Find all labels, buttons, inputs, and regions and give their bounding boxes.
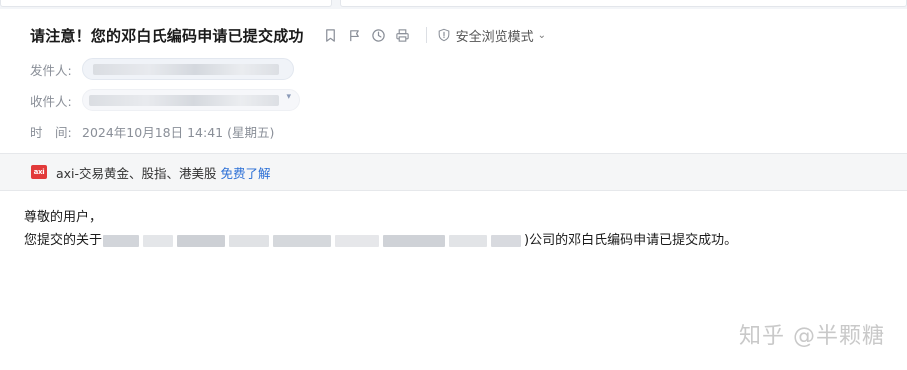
greeting-line: 尊敬的用户，	[24, 206, 737, 229]
content-suffix: )公司的邓白氏编码申请已提交成功。	[524, 233, 738, 248]
content-prefix: 您提交的关于	[24, 233, 103, 248]
axi-logo: axi	[31, 165, 47, 179]
toolbar-divider	[425, 27, 427, 43]
zhihu-watermark: 知乎 @半颗糖	[739, 324, 885, 349]
safe-browsing-mode-dropdown[interactable]: 安全浏览模式 ⌄	[437, 26, 546, 45]
tab-area-left	[0, 0, 332, 7]
sender-address-chip[interactable]	[82, 58, 294, 80]
chevron-down-icon: ⌄	[537, 29, 547, 41]
clock-icon[interactable]	[368, 24, 390, 46]
to-label: 收件人:	[30, 93, 72, 109]
mail-body: 尊敬的用户， 您提交的关于 )公司的邓白氏编码申请已提交成功。	[24, 206, 737, 252]
redacted-company-name	[103, 232, 523, 249]
redacted-sender	[93, 64, 279, 75]
ad-learn-more-link[interactable]: 免费了解	[221, 163, 271, 182]
ad-banner: axi axi-交易黄金、股指、港美股 免费了解	[0, 153, 907, 191]
greeting-text: 尊敬的用户，	[24, 210, 103, 225]
time-label: 时 间:	[30, 124, 72, 140]
send-time: 2024年10月18日 14:41 (星期五)	[82, 124, 275, 140]
from-row: 发件人:	[30, 58, 294, 80]
recipient-address-chip[interactable]: ▾	[82, 89, 300, 111]
header-toolbar: 安全浏览模式 ⌄	[320, 24, 546, 46]
to-row: 收件人: ▾	[30, 89, 300, 111]
flag-icon[interactable]	[344, 24, 366, 46]
safe-mode-label: 安全浏览模式	[455, 29, 534, 45]
top-tab-strip	[0, 0, 907, 9]
ad-text: axi-交易黄金、股指、港美股	[56, 165, 217, 181]
print-icon[interactable]	[392, 24, 414, 46]
chevron-down-icon: ▾	[286, 92, 291, 102]
content-line: 您提交的关于 )公司的邓白氏编码申请已提交成功。	[24, 229, 737, 252]
redacted-recipient	[89, 95, 279, 106]
shield-icon	[438, 28, 449, 42]
tab-area-right	[340, 0, 907, 7]
bookmark-icon[interactable]	[320, 24, 342, 46]
mail-subject: 请注意！您的邓白氏编码申请已提交成功	[30, 26, 304, 45]
time-row: 时 间: 2024年10月18日 14:41 (星期五)	[30, 120, 274, 142]
from-label: 发件人:	[30, 62, 72, 78]
mail-header: 请注意！您的邓白氏编码申请已提交成功 安全浏览模式 ⌄ 发件人: 收件人: ▾ …	[0, 9, 907, 153]
subject-row: 请注意！您的邓白氏编码申请已提交成功 安全浏览模式 ⌄	[30, 23, 546, 47]
